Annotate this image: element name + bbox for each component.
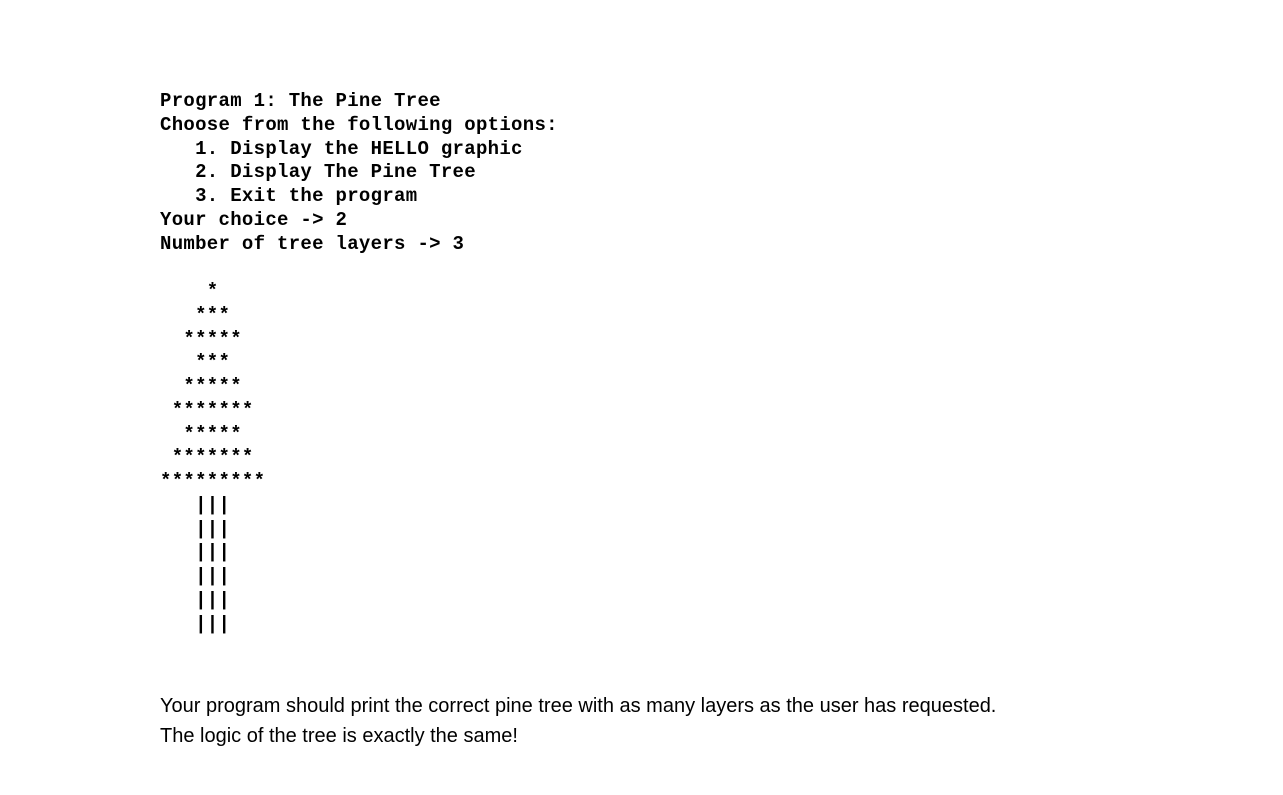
code-line: Number of tree layers -> 3 <box>160 233 464 255</box>
code-line: ***** <box>160 375 242 397</box>
code-line: ********* <box>160 470 265 492</box>
paragraph-line: Your program should print the correct pi… <box>160 691 1283 721</box>
code-line: ******* <box>160 399 254 421</box>
code-line: Your choice -> 2 <box>160 209 347 231</box>
code-line: ||| <box>160 613 230 635</box>
code-line: ||| <box>160 565 230 587</box>
code-line: ***** <box>160 423 242 445</box>
code-line: Choose from the following options: <box>160 114 558 136</box>
code-line: ||| <box>160 518 230 540</box>
code-line: ||| <box>160 541 230 563</box>
code-line: ******* <box>160 446 254 468</box>
instruction-paragraph: Your program should print the correct pi… <box>160 691 1283 751</box>
code-line: ||| <box>160 494 230 516</box>
code-line: Program 1: The Pine Tree <box>160 90 441 112</box>
code-line: 3. Exit the program <box>160 185 417 207</box>
code-line: * <box>160 280 219 302</box>
paragraph-line: The logic of the tree is exactly the sam… <box>160 721 1283 751</box>
code-line: 2. Display The Pine Tree <box>160 161 476 183</box>
code-line: *** <box>160 351 230 373</box>
program-output: Program 1: The Pine Tree Choose from the… <box>160 90 1283 636</box>
code-line: 1. Display the HELLO graphic <box>160 138 523 160</box>
code-line: ||| <box>160 589 230 611</box>
code-line: ***** <box>160 328 242 350</box>
code-line: *** <box>160 304 230 326</box>
